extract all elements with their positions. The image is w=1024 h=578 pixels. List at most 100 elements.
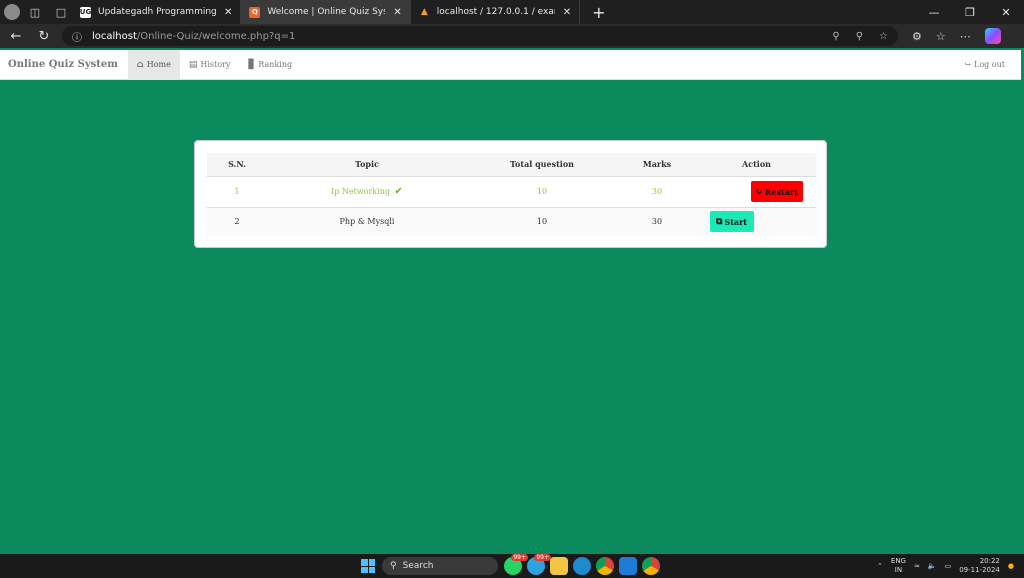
- cell-marks: 30: [617, 206, 697, 236]
- cell-total: 10: [467, 206, 617, 236]
- close-tab-icon[interactable]: ✕: [563, 7, 571, 18]
- battery-icon[interactable]: ▭: [945, 562, 952, 570]
- logout-icon: ↪: [964, 60, 972, 69]
- window-controls: — ❐ ✕: [916, 0, 1024, 24]
- bar-chart-icon: ▊: [248, 59, 256, 70]
- clock-time: 20:22: [979, 557, 1000, 565]
- browser-tab-updategadh[interactable]: UG Updategadh Programming - Upd ✕: [72, 0, 242, 24]
- cell-action: ↻ Restart: [697, 175, 816, 207]
- lang-bottom: IN: [894, 566, 903, 574]
- header-marks: Marks: [617, 153, 697, 177]
- search-label: Search: [402, 561, 434, 571]
- telegram-icon[interactable]: 99+: [527, 554, 551, 575]
- system-tray: ⌃ ENG IN ≈ 🔈 ▭ 20:22 09-11-2024 ●: [877, 557, 1014, 575]
- os-taskbar: ⚲ Search 99+ 99+ ⌃ ENG IN ≈ 🔈 ▭ 20:22 09…: [0, 554, 1024, 578]
- lang-top: ENG: [890, 557, 906, 565]
- vscode-icon[interactable]: [619, 557, 637, 575]
- restore-icon[interactable]: ❐: [952, 6, 988, 19]
- app-navbar: Online Quiz System ⌂ Home ▤ History ▊ Ra…: [0, 49, 1021, 80]
- table-row: 1 Ip Networking ✔ 10 30 ↻ Restart: [207, 175, 816, 207]
- refresh-icon: ↻: [755, 186, 763, 197]
- header-topic: Topic: [267, 153, 467, 177]
- taskbar-search[interactable]: ⚲ Search: [382, 557, 498, 575]
- favorites-icon[interactable]: ☆: [936, 30, 946, 43]
- nav-ranking-label: Ranking: [258, 60, 293, 69]
- volume-icon[interactable]: 🔈: [928, 562, 937, 570]
- notification-badge: 99+: [511, 554, 528, 561]
- chrome-profile-icon[interactable]: [642, 557, 660, 575]
- quiz-panel: S.N. Topic Total question Marks Action 1…: [194, 140, 827, 248]
- cell-marks: 30: [617, 175, 697, 207]
- restart-button[interactable]: ↻ Restart: [750, 181, 803, 202]
- header-total-question: Total question: [467, 153, 617, 177]
- checkmark-icon: ✔: [394, 186, 403, 197]
- back-arrow-icon[interactable]: ←: [4, 29, 28, 44]
- nav-home-label: Home: [146, 60, 171, 69]
- browser-tab-quiz[interactable]: Q Welcome | Online Quiz System ✕: [241, 0, 411, 24]
- minimize-icon[interactable]: —: [916, 6, 952, 19]
- key-icon[interactable]: ⚲: [832, 31, 839, 42]
- notification-bell-icon[interactable]: ●: [1008, 562, 1014, 570]
- profile-avatar[interactable]: [4, 4, 20, 20]
- nav-history[interactable]: ▤ History: [180, 50, 240, 80]
- favorite-star-icon[interactable]: ☆: [879, 31, 888, 42]
- taskbar-apps: 99+ 99+: [504, 554, 660, 575]
- cell-sn: 2: [207, 206, 267, 236]
- clock-date: 09-11-2024: [959, 566, 1000, 574]
- url-input[interactable]: ⓘ localhost /Online-Quiz/welcome.php?q=1…: [62, 26, 898, 46]
- windows-start-icon[interactable]: [361, 559, 375, 573]
- address-bar-row: ← ↻ ⓘ localhost /Online-Quiz/welcome.php…: [0, 24, 1024, 48]
- new-tab-icon[interactable]: +: [592, 3, 605, 22]
- close-window-icon[interactable]: ✕: [988, 6, 1024, 19]
- table-row: 2 Php & Mysqli 10 30 ⧉ Start: [207, 206, 816, 236]
- browser-tab-bar: ◫ □ UG Updategadh Programming - Upd ✕ Q …: [0, 0, 1024, 24]
- phpmyadmin-favicon-icon: ▲: [420, 7, 428, 17]
- close-tab-icon[interactable]: ✕: [224, 7, 232, 18]
- cell-sn: 1: [207, 175, 267, 207]
- edge-browser-icon[interactable]: [573, 557, 591, 575]
- language-indicator[interactable]: ENG IN: [891, 557, 906, 575]
- cell-topic: Php & Mysqli: [267, 206, 467, 236]
- start-label: Start: [724, 216, 747, 227]
- tab-actions-icon[interactable]: □: [50, 1, 72, 23]
- external-link-icon: ⧉: [715, 216, 723, 227]
- browser-tab-phpmyadmin[interactable]: ▲ localhost / 127.0.0.1 / exam / use ✕: [411, 0, 581, 24]
- brand-title[interactable]: Online Quiz System: [0, 59, 128, 70]
- tab-title: localhost / 127.0.0.1 / exam / use: [436, 7, 555, 17]
- chrome-icon[interactable]: [596, 557, 614, 575]
- wifi-icon[interactable]: ≈: [914, 562, 920, 570]
- logout-link[interactable]: ↪ Log out: [964, 60, 1005, 69]
- file-explorer-icon[interactable]: [550, 557, 568, 575]
- header-sn: S.N.: [207, 153, 267, 177]
- home-icon: ⌂: [136, 59, 144, 70]
- more-menu-icon[interactable]: ⋯: [960, 30, 971, 43]
- refresh-icon[interactable]: ↻: [32, 29, 56, 44]
- nav-history-label: History: [200, 60, 231, 69]
- logout-label: Log out: [974, 60, 1005, 69]
- header-action: Action: [697, 153, 816, 177]
- tab-title: Welcome | Online Quiz System: [267, 7, 385, 17]
- table-header-row: S.N. Topic Total question Marks Action: [207, 153, 816, 177]
- workspaces-icon[interactable]: ◫: [24, 1, 46, 23]
- whatsapp-icon[interactable]: 99+: [504, 554, 528, 575]
- start-button[interactable]: ⧉ Start: [709, 211, 754, 233]
- cell-action: ⧉ Start: [697, 206, 816, 236]
- quiz-table: S.N. Topic Total question Marks Action 1…: [207, 153, 816, 236]
- restart-label: Restart: [764, 186, 798, 197]
- topic-label: Ip Networking: [331, 187, 390, 196]
- cell-total: 10: [467, 175, 617, 207]
- site-info-icon[interactable]: ⓘ: [72, 29, 82, 44]
- copilot-icon[interactable]: [984, 28, 1001, 44]
- updategadh-favicon-icon: UG: [79, 6, 92, 18]
- nav-ranking[interactable]: ▊ Ranking: [239, 50, 301, 80]
- chevron-up-icon[interactable]: ⌃: [877, 562, 883, 570]
- cell-topic: Ip Networking ✔: [267, 175, 467, 207]
- zoom-icon[interactable]: ⚲: [856, 31, 863, 42]
- url-path: /Online-Quiz/welcome.php?q=1: [136, 30, 296, 42]
- extensions-icon[interactable]: ⚙: [912, 30, 922, 43]
- clock[interactable]: 20:22 09-11-2024: [959, 557, 1000, 575]
- close-tab-icon[interactable]: ✕: [393, 7, 401, 18]
- nav-home[interactable]: ⌂ Home: [127, 49, 180, 80]
- list-icon: ▤: [188, 59, 198, 70]
- search-icon: ⚲: [390, 561, 397, 571]
